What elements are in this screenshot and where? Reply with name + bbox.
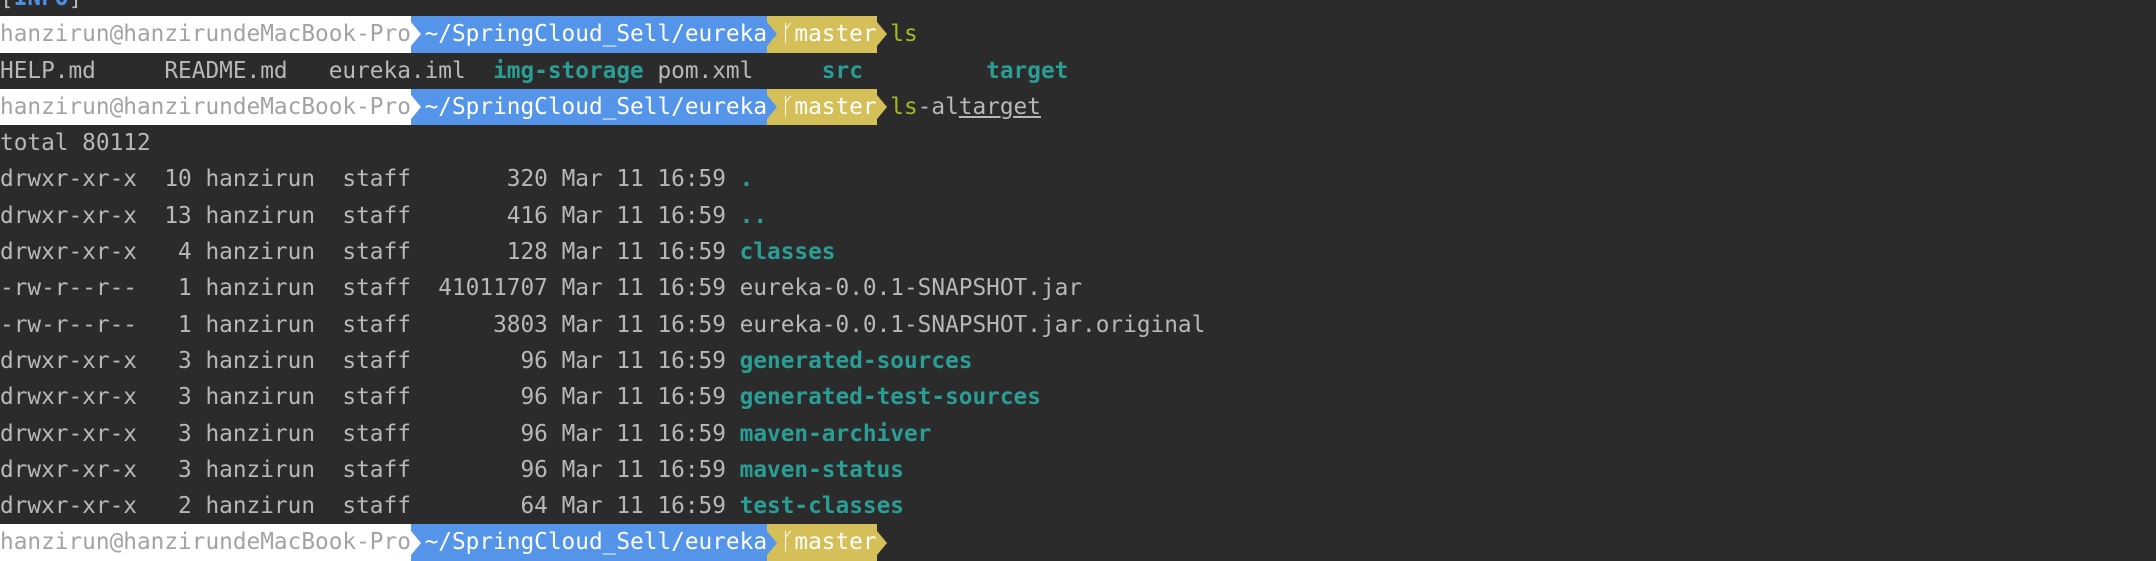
info-line: [INFO] ---------------------------------… xyxy=(0,0,2156,16)
prompt-user-host-segment: hanzirun@hanzirundeMacBook-Pro xyxy=(0,16,411,53)
file-name: README.md xyxy=(164,57,288,84)
git-branch-icon: ᚴ xyxy=(780,529,795,556)
segment-arrow-icon xyxy=(767,88,781,126)
git-branch: master xyxy=(794,529,877,556)
listing-row: -rw-r--r-- 1 hanzirun staff 41011707 Mar… xyxy=(0,270,2156,306)
segment-arrow-icon xyxy=(767,524,781,561)
listing-row: drwxr-xr-x 2 hanzirun staff 64 Mar 11 16… xyxy=(0,488,2156,524)
command-text: ls xyxy=(890,16,917,52)
listing-row: -rw-r--r-- 1 hanzirun staff 3803 Mar 11 … xyxy=(0,307,2156,343)
git-branch: master xyxy=(794,21,877,48)
file-meta: drwxr-xr-x 3 hanzirun staff 96 Mar 11 16… xyxy=(0,456,740,483)
terminal-output[interactable]: [INFO] ---------------------------------… xyxy=(0,0,2156,561)
git-branch-icon: ᚴ xyxy=(780,93,795,120)
file-name: HELP.md xyxy=(0,57,96,84)
listing-row: drwxr-xr-x 3 hanzirun staff 96 Mar 11 16… xyxy=(0,416,2156,452)
file-meta: drwxr-xr-x 2 hanzirun staff 64 Mar 11 16… xyxy=(0,493,740,520)
file-name: pom.xml xyxy=(657,57,754,84)
current-path: ~/SpringCloud_Sell/eureka xyxy=(424,21,768,48)
segment-arrow-icon xyxy=(876,16,891,52)
current-path: ~/SpringCloud_Sell/eureka xyxy=(424,529,768,556)
prompt-line-3: hanzirun@hanzirundeMacBook-Pro ~/SpringC… xyxy=(0,524,2156,561)
prompt-path-segment: ~/SpringCloud_Sell/eureka xyxy=(424,16,768,53)
command-args: -al xyxy=(917,93,959,120)
file-meta: -rw-r--r-- 1 hanzirun staff 3803 Mar 11 … xyxy=(0,311,740,338)
directory-name: classes xyxy=(739,239,836,266)
directory-name: src xyxy=(821,57,863,84)
segment-arrow-icon xyxy=(876,89,891,125)
prompt-line-2: hanzirun@hanzirundeMacBook-Pro ~/SpringC… xyxy=(0,88,2156,126)
command-target: target xyxy=(958,93,1041,120)
ls-output-line: HELP.md README.md eureka.iml img-storage pom… xyxy=(0,53,2156,89)
file-meta: drwxr-xr-x 10 hanzirun staff 320 Mar 11 … xyxy=(0,166,740,193)
segment-arrow-icon xyxy=(410,524,425,561)
prompt-line-1: hanzirun@hanzirundeMacBook-Pro ~/SpringC… xyxy=(0,16,2156,53)
directory-name: test-classes xyxy=(739,493,904,520)
segment-arrow-icon xyxy=(410,88,425,126)
prompt-git-segment: ᚴ master xyxy=(780,16,877,53)
listing-row: drwxr-xr-x 3 hanzirun staff 96 Mar 11 16… xyxy=(0,379,2156,415)
file-meta: drwxr-xr-x 4 hanzirun staff 128 Mar 11 1… xyxy=(0,239,740,266)
command-text: ls -al target xyxy=(890,89,1041,125)
listing-row: drwxr-xr-x 10 hanzirun staff 320 Mar 11 … xyxy=(0,161,2156,197)
file-meta: drwxr-xr-x 3 hanzirun staff 96 Mar 11 16… xyxy=(0,420,740,447)
file-name: eureka.iml xyxy=(328,57,466,84)
user-host: hanzirun@hanzirundeMacBook-Pro xyxy=(0,21,411,48)
file-meta: -rw-r--r-- 1 hanzirun staff 41011707 Mar… xyxy=(0,275,740,302)
directory-name: generated-sources xyxy=(739,347,973,374)
directory-name: maven-archiver xyxy=(739,420,932,447)
listing-row: drwxr-xr-x 3 hanzirun staff 96 Mar 11 16… xyxy=(0,343,2156,379)
file-name: eureka-0.0.1-SNAPSHOT.jar xyxy=(739,275,1083,302)
directory-name: maven-status xyxy=(739,456,904,483)
listing-row: drwxr-xr-x 3 hanzirun staff 96 Mar 11 16… xyxy=(0,452,2156,488)
listing-row: drwxr-xr-x 13 hanzirun staff 416 Mar 11 … xyxy=(0,198,2156,234)
directory-name: img-storage xyxy=(493,57,644,84)
file-meta: drwxr-xr-x 13 hanzirun staff 416 Mar 11 … xyxy=(0,202,740,229)
file-meta: drwxr-xr-x 3 hanzirun staff 96 Mar 11 16… xyxy=(0,384,740,411)
directory-name: target xyxy=(986,57,1069,84)
listing-row: drwxr-xr-x 4 hanzirun staff 128 Mar 11 1… xyxy=(0,234,2156,270)
prompt-user-host-segment: hanzirun@hanzirundeMacBook-Pro xyxy=(0,88,411,126)
user-host: hanzirun@hanzirundeMacBook-Pro xyxy=(0,93,411,120)
prompt-path-segment: ~/SpringCloud_Sell/eureka xyxy=(424,88,768,126)
prompt-git-segment: ᚴ master xyxy=(780,524,877,561)
segment-arrow-icon xyxy=(767,16,781,53)
segment-arrow-icon xyxy=(876,524,891,560)
directory-name: .. xyxy=(739,202,768,229)
git-branch: master xyxy=(794,93,877,120)
prompt-git-segment: ᚴ master xyxy=(780,88,877,126)
total-line: total 80112 xyxy=(0,130,151,157)
segment-arrow-icon xyxy=(410,16,425,53)
command-name: ls xyxy=(890,93,918,120)
info-tag: INFO xyxy=(14,0,69,16)
prompt-user-host-segment: hanzirun@hanzirundeMacBook-Pro xyxy=(0,524,411,561)
info-rule: ----------------------------------------… xyxy=(96,0,1096,16)
command-name: ls xyxy=(890,21,918,48)
prompt-path-segment: ~/SpringCloud_Sell/eureka xyxy=(424,524,768,561)
git-branch-icon: ᚴ xyxy=(780,21,795,48)
user-host: hanzirun@hanzirundeMacBook-Pro xyxy=(0,529,411,556)
file-meta: drwxr-xr-x 3 hanzirun staff 96 Mar 11 16… xyxy=(0,347,740,374)
current-path: ~/SpringCloud_Sell/eureka xyxy=(424,93,768,120)
directory-name: . xyxy=(739,166,754,193)
file-name: eureka-0.0.1-SNAPSHOT.jar.original xyxy=(739,311,1206,338)
directory-name: generated-test-sources xyxy=(739,384,1041,411)
